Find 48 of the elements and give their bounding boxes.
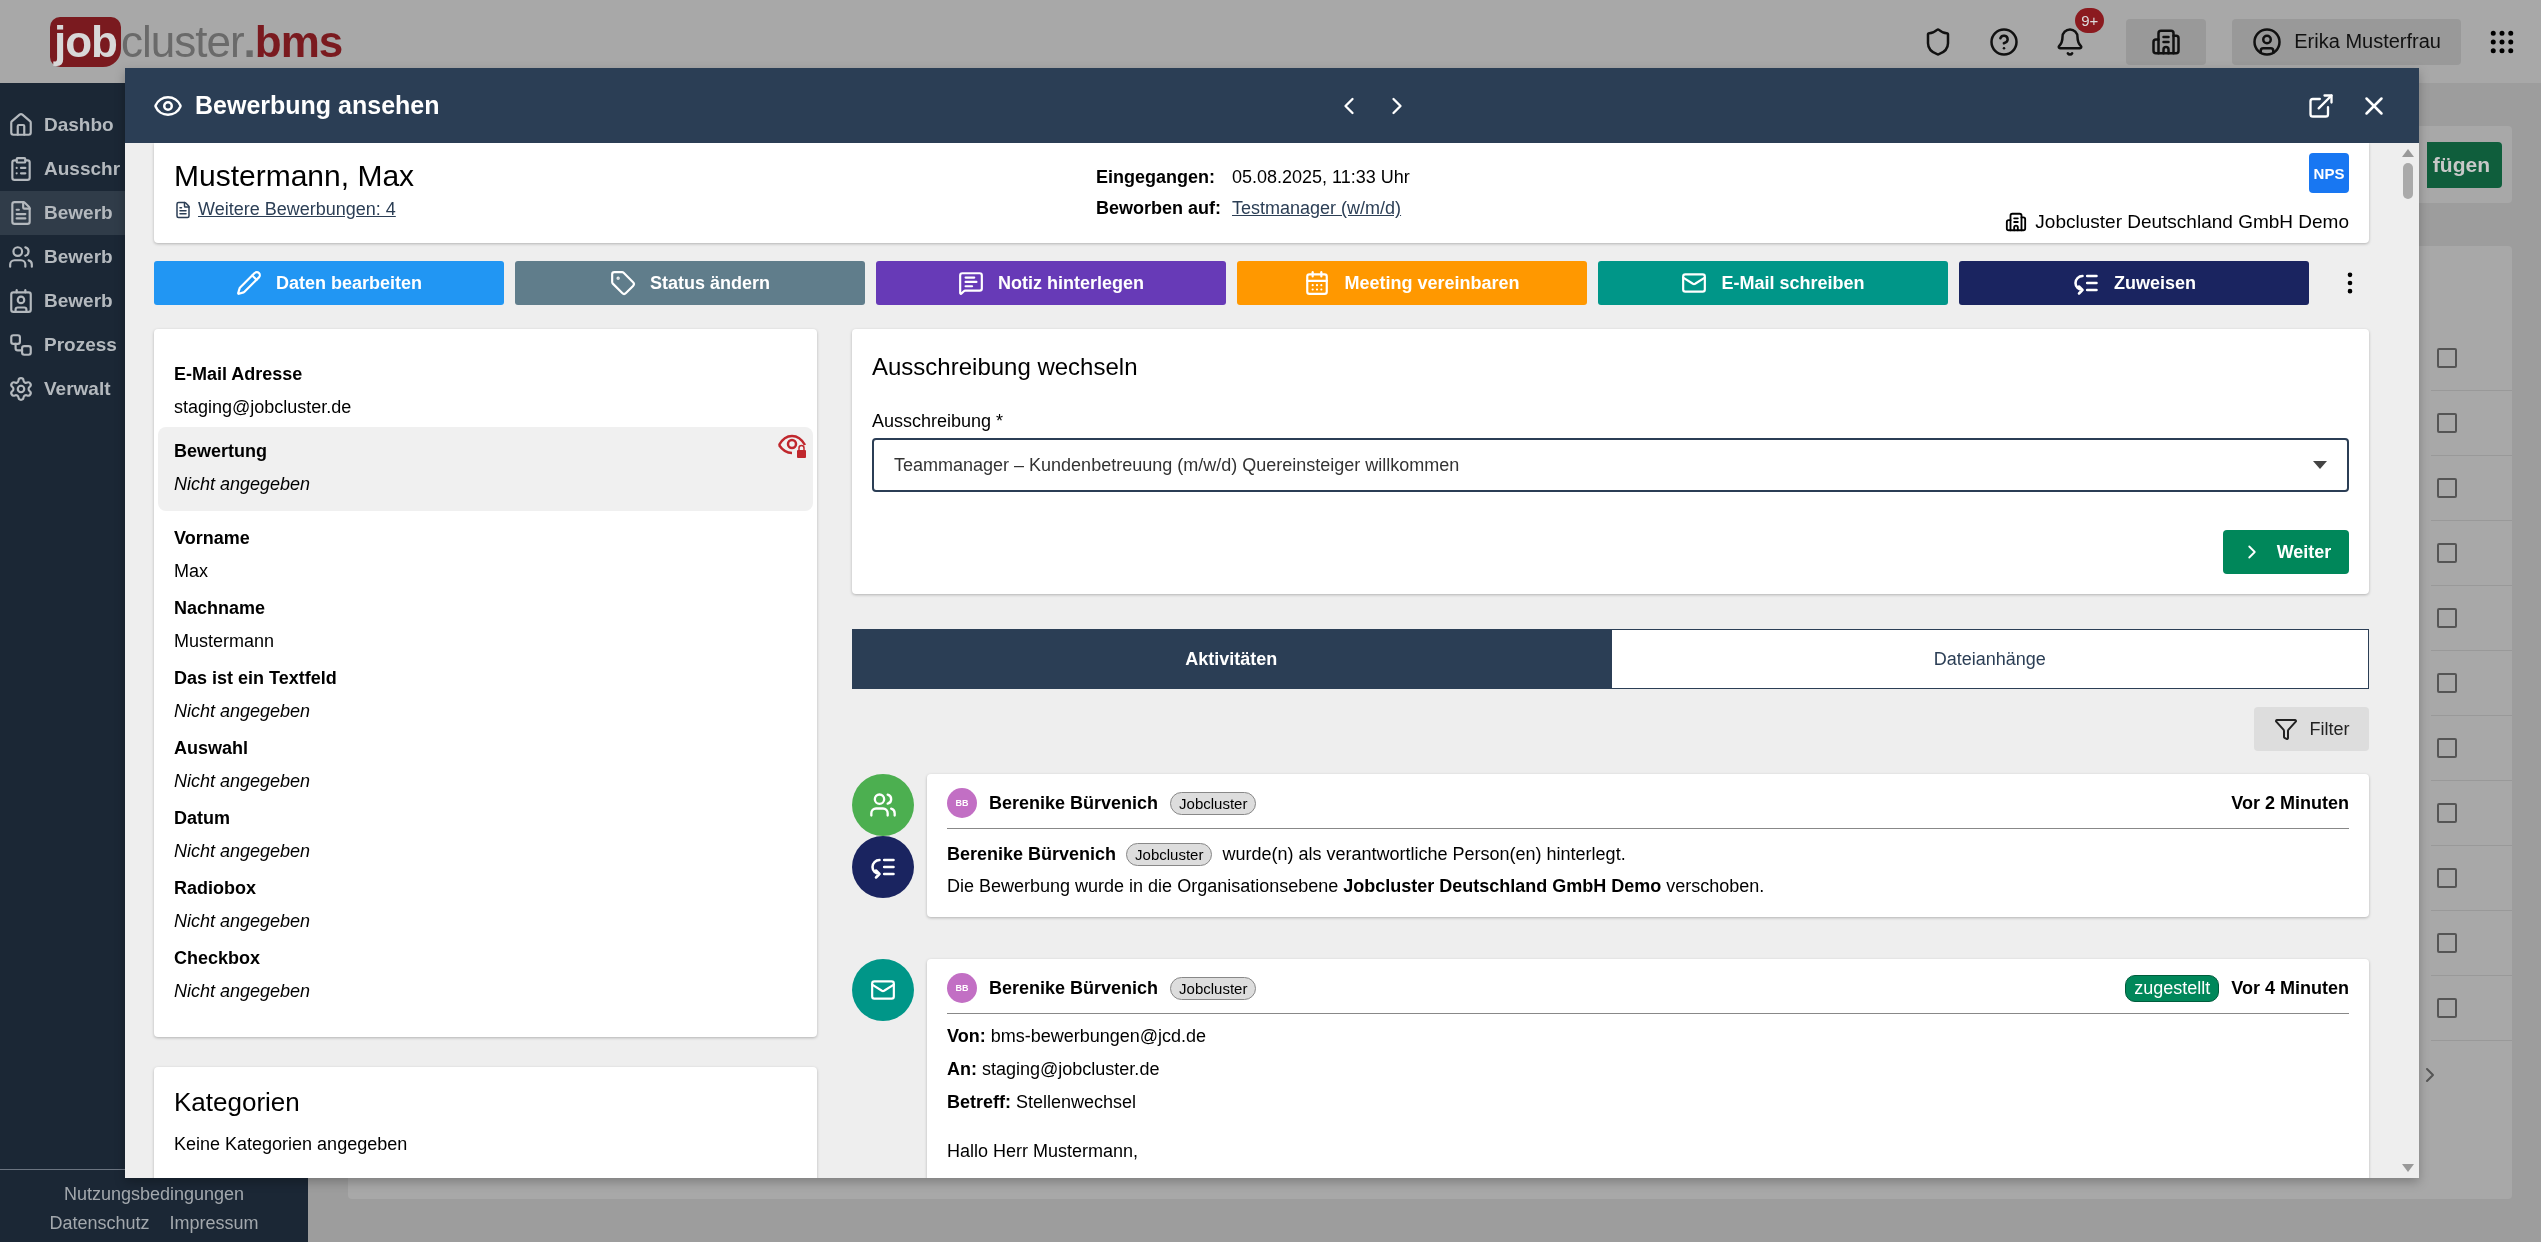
field-label: Bewertung — [174, 441, 268, 462]
card-title: Kategorien — [174, 1087, 301, 1118]
logo: jobcluster.bms — [28, 16, 343, 67]
mail-header: Von: bms-bewerbungen@jcd.de — [947, 1026, 1208, 1047]
meta-label: Eingegangen: — [1096, 167, 1216, 188]
field-label: Radiobox — [174, 878, 257, 899]
meta-label: Beworben auf: — [1096, 198, 1222, 219]
field-label: Auswahl — [174, 738, 249, 759]
avatar-badge: BB — [947, 973, 977, 1003]
mail-header: An: staging@jobcluster.de — [947, 1059, 1161, 1080]
organization-name: Jobcluster Deutschland GmbH Demo — [2035, 211, 2349, 233]
categories-text: Keine Kategorien angegeben — [174, 1134, 409, 1155]
avatar-badge: BB — [947, 788, 977, 818]
activity-time: Vor 4 Minuten — [2231, 977, 2349, 999]
user-tag: Jobcluster — [1170, 791, 1257, 815]
field-value: Nicht angegeben — [174, 474, 312, 495]
mail-greeting: Hallo Herr Mustermann, — [947, 1141, 1140, 1162]
applicant-name: Mustermann, Max — [174, 159, 416, 193]
person-name: Berenike Bürvenich — [947, 844, 1117, 865]
field-label: Vorname — [174, 528, 251, 549]
field-value: Max — [174, 561, 209, 582]
dialog-title: Bewerbung ansehen — [195, 91, 440, 120]
field-label: Nachname — [174, 598, 267, 619]
author-name: Berenike Bürvenich — [989, 792, 1159, 814]
field-value: Mustermann — [174, 631, 276, 652]
field-value: Nicht angegeben — [174, 771, 312, 792]
card-title: Ausschreibung wechseln — [872, 353, 1139, 381]
field-value: staging@jobcluster.de — [174, 397, 353, 418]
user-tag: Jobcluster — [1126, 843, 1213, 866]
field-value: Nicht angegeben — [174, 701, 312, 722]
mail-header: Betreff: Stellenwechsel — [947, 1092, 1138, 1113]
activity-text: wurde(n) als verantwortliche Person(en) hinterlegt. — [1222, 844, 1626, 865]
notification-badge: 9+ — [2075, 7, 2105, 33]
status-badge: zugestellt — [2125, 974, 2220, 1002]
meta-value: 05.08.2025, 11:33 Uhr — [1232, 167, 1410, 188]
activity-time: Vor 2 Minuten — [2231, 792, 2349, 814]
field-label: Ausschreibung * — [872, 411, 1005, 432]
user-tag: Jobcluster — [1170, 976, 1257, 1000]
field-value: Nicht angegeben — [174, 911, 312, 932]
field-value: Nicht angegeben — [174, 841, 312, 862]
nps-badge: NPS — [2309, 153, 2349, 193]
activity-note: Die Bewerbung wurde in die Organisationsebene Jobcluster Deutschland GmbH Demo verschoben. — [947, 876, 1766, 897]
field-label: Datum — [174, 808, 231, 829]
field-label: Checkbox — [174, 948, 262, 969]
field-value: Nicht angegeben — [174, 981, 312, 1002]
field-label: E-Mail Adresse — [174, 364, 304, 385]
author-name: Berenike Bürvenich — [989, 977, 1159, 999]
field-label: Das ist ein Textfeld — [174, 668, 338, 689]
